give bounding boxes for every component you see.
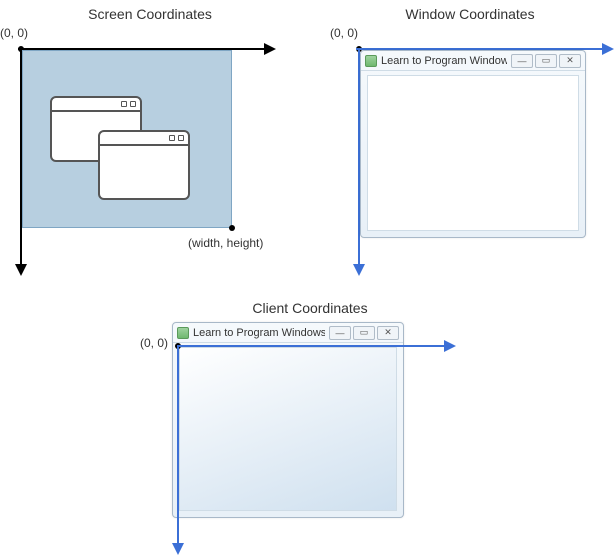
- window-controls: — ▭ ✕: [511, 54, 581, 68]
- client-x-arrowhead: [444, 340, 456, 352]
- screen-corner-label: (width, height): [188, 236, 263, 250]
- window-x-arrowhead: [602, 43, 614, 55]
- screen-y-arrowhead: [15, 264, 27, 276]
- mini-btn: [121, 101, 127, 107]
- app-icon: [365, 55, 377, 67]
- app-icon: [177, 327, 189, 339]
- screen-origin-label: (0, 0): [0, 26, 28, 40]
- mini-titlebar-front: [100, 132, 188, 146]
- window-title: Window Coordinates: [370, 6, 570, 22]
- minimize-icon: —: [518, 56, 527, 66]
- window-origin-label: (0, 0): [330, 26, 358, 40]
- sample-window: Learn to Program Windows — ▭ ✕: [360, 50, 586, 238]
- close-button[interactable]: ✕: [559, 54, 581, 68]
- client-coordinates-diagram: Client Coordinates (0, 0) Learn to Progr…: [140, 300, 480, 558]
- client-area: [179, 347, 397, 511]
- client-sample-window: Learn to Program Windows — ▭ ✕: [172, 322, 404, 518]
- client-y-axis: [177, 345, 179, 545]
- window-coordinates-diagram: Window Coordinates (0, 0) Learn to Progr…: [330, 0, 614, 280]
- screen-coordinates-diagram: Screen Coordinates (0, 0) (width, height…: [0, 0, 300, 280]
- mini-titlebar-back: [52, 98, 140, 112]
- screen-x-arrowhead: [264, 43, 276, 55]
- close-icon: ✕: [384, 327, 392, 338]
- mini-btn: [178, 135, 184, 141]
- client-window-titlebar: Learn to Program Windows — ▭ ✕: [173, 323, 403, 343]
- mini-btn: [169, 135, 175, 141]
- client-origin-label: (0, 0): [140, 336, 168, 350]
- window-caption: Learn to Program Windows: [381, 55, 507, 67]
- client-window-controls: — ▭ ✕: [329, 326, 399, 340]
- minimize-icon: —: [336, 328, 345, 338]
- maximize-button[interactable]: ▭: [535, 54, 557, 68]
- client-y-arrowhead: [172, 543, 184, 555]
- maximize-icon: ▭: [360, 327, 369, 338]
- mini-window-front: [98, 130, 190, 200]
- minimize-button[interactable]: —: [511, 54, 533, 68]
- window-y-arrowhead: [353, 264, 365, 276]
- screen-title: Screen Coordinates: [60, 6, 240, 22]
- maximize-icon: ▭: [542, 55, 551, 66]
- window-titlebar: Learn to Program Windows — ▭ ✕: [361, 51, 585, 71]
- client-window-caption: Learn to Program Windows: [193, 327, 325, 339]
- close-icon: ✕: [566, 55, 574, 66]
- client-title: Client Coordinates: [220, 300, 400, 316]
- mini-btn: [130, 101, 136, 107]
- window-client-area: [367, 75, 579, 231]
- client-x-axis: [178, 345, 446, 347]
- close-button[interactable]: ✕: [377, 326, 399, 340]
- screen-corner-dot: [229, 225, 235, 231]
- maximize-button[interactable]: ▭: [353, 326, 375, 340]
- minimize-button[interactable]: —: [329, 326, 351, 340]
